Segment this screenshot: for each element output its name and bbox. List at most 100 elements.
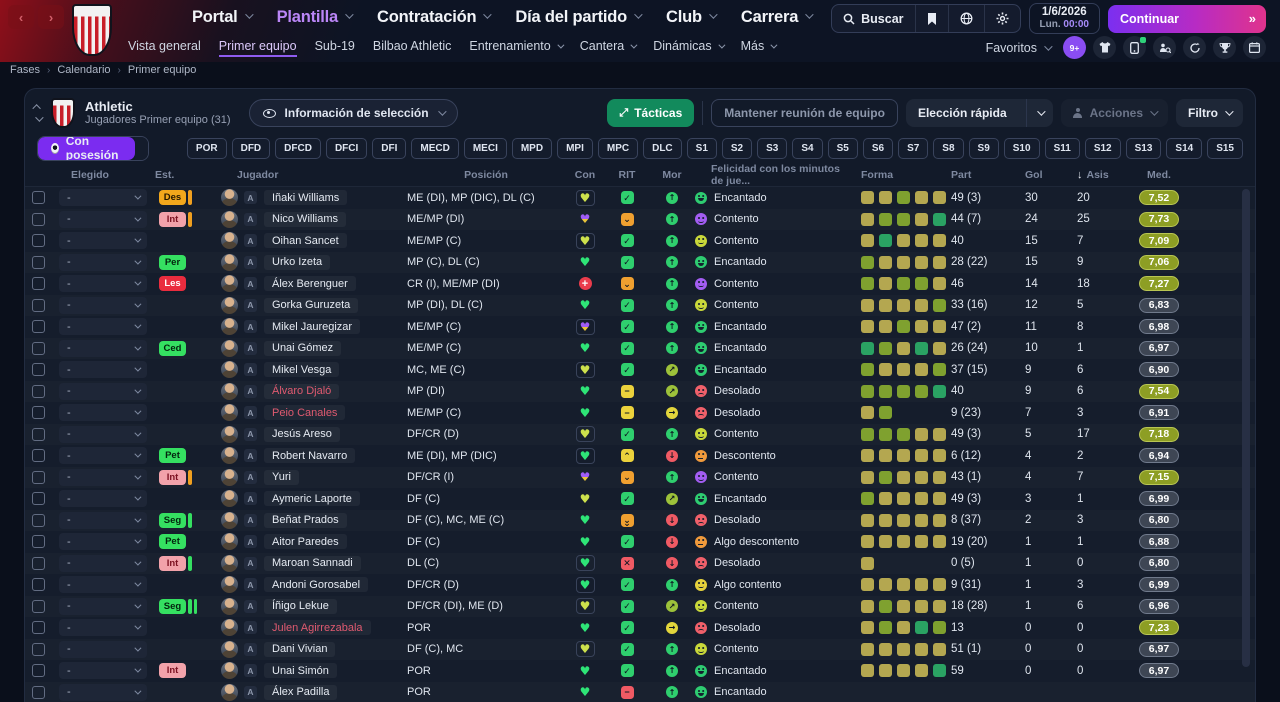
device-icon[interactable] (1123, 36, 1146, 59)
world-button[interactable] (949, 5, 985, 32)
menu-plantilla[interactable]: Plantilla (277, 8, 354, 27)
position-filter-meci[interactable]: MECI (463, 137, 507, 159)
position-filter-mecd[interactable]: MECD (411, 137, 459, 159)
column-header-jugador[interactable]: Jugador (211, 169, 407, 181)
menu-portal[interactable]: Portal (192, 8, 254, 27)
row-checkbox[interactable] (32, 535, 45, 549)
row-checkbox[interactable] (32, 492, 45, 506)
player-name[interactable]: Álex Berenguer (264, 276, 356, 292)
player-face-icon[interactable]: A (244, 234, 257, 248)
elegido-dropdown[interactable]: - (59, 447, 147, 465)
back-button[interactable]: ‹ (8, 5, 34, 29)
subnav-vista-general[interactable]: Vista general (128, 39, 201, 57)
position-filter-s10[interactable]: S10 (1003, 137, 1040, 159)
table-row[interactable]: - Des A Iñaki Williams ME (DI), MP (DIC)… (25, 187, 1255, 209)
row-checkbox[interactable] (32, 599, 45, 613)
elegido-dropdown[interactable]: - (59, 232, 147, 250)
elegido-dropdown[interactable]: - (59, 296, 147, 314)
player-name[interactable]: Mikel Vesga (264, 362, 340, 378)
player-face-icon[interactable]: A (244, 621, 257, 635)
column-header-mor[interactable]: Mor (649, 169, 695, 181)
position-filter-s7[interactable]: S7 (898, 137, 929, 159)
player-name[interactable]: Unai Gómez (264, 340, 342, 356)
player-name[interactable]: Dani Vivian (264, 641, 336, 657)
elegido-dropdown[interactable]: - (59, 533, 147, 551)
row-checkbox[interactable] (32, 212, 45, 226)
column-header-rit[interactable]: RIT (605, 169, 649, 181)
elegido-dropdown[interactable]: - (59, 361, 147, 379)
forward-button[interactable]: › (38, 5, 64, 29)
player-face-icon[interactable]: A (244, 470, 257, 484)
table-row[interactable]: - Pet A Aitor Paredes DF (C) ♥ ✓ ↓ Algo … (25, 531, 1255, 553)
table-row[interactable]: - Pet A Robert Navarro ME (DI), MP (DIC)… (25, 445, 1255, 467)
quick-pick-button[interactable]: Elección rápida (905, 99, 1053, 127)
menu-club[interactable]: Club (666, 8, 718, 27)
player-name[interactable]: Mikel Jauregizar (264, 319, 361, 335)
player-name[interactable]: Íñigo Lekue (264, 598, 337, 614)
position-filter-por[interactable]: POR (186, 137, 227, 159)
position-filter-s3[interactable]: S3 (757, 137, 788, 159)
elegido-dropdown[interactable]: - (59, 253, 147, 271)
menu-carrera[interactable]: Carrera (741, 8, 814, 27)
elegido-dropdown[interactable]: - (59, 490, 147, 508)
shirt-icon[interactable] (1093, 36, 1116, 59)
player-name[interactable]: Nico Williams (264, 211, 346, 227)
continue-button[interactable]: Continuar » (1108, 4, 1266, 33)
subnav-dinamicas[interactable]: Dinámicas (653, 39, 726, 57)
position-filter-mpi[interactable]: MPI (557, 137, 593, 159)
player-name[interactable]: Álvaro Djaló (264, 383, 340, 399)
table-row[interactable]: - A Mikel Jauregizar ME/MP (C) ♥ ✓ ↑ Enc… (25, 316, 1255, 338)
player-name[interactable]: Maroan Sannadi (264, 555, 361, 571)
player-name[interactable]: Aitor Paredes (264, 534, 347, 550)
player-name[interactable]: Unai Simón (264, 663, 337, 679)
position-filter-dlc[interactable]: DLC (643, 137, 682, 159)
position-filter-dfcd[interactable]: DFCD (275, 137, 321, 159)
player-face-icon[interactable]: A (244, 492, 257, 506)
table-row[interactable]: - Int A Yuri DF/CR (I) ♥ ⌄ ↑ Contento 43… (25, 466, 1255, 488)
position-filter-mpc[interactable]: MPC (597, 137, 639, 159)
filter-button[interactable]: Filtro (1176, 99, 1243, 127)
elegido-dropdown[interactable]: - (59, 640, 147, 658)
elegido-dropdown[interactable]: - (59, 210, 147, 228)
table-row[interactable]: - Seg A Beñat Prados DF (C), MC, ME (C) … (25, 509, 1255, 531)
player-name[interactable]: Julen Agirrezabala (264, 620, 371, 636)
row-checkbox[interactable] (32, 513, 45, 527)
row-checkbox[interactable] (32, 234, 45, 248)
table-row[interactable]: - A Peio Canales ME/MP (C) ♥ − → Desolad… (25, 402, 1255, 424)
elegido-dropdown[interactable]: - (59, 425, 147, 443)
table-row[interactable]: - A Mikel Vesga MC, ME (C) ♥ ✓ ↗ Encanta… (25, 359, 1255, 381)
player-name[interactable]: Jesús Areso (264, 426, 340, 442)
position-filter-s5[interactable]: S5 (827, 137, 858, 159)
elegido-dropdown[interactable]: - (59, 683, 147, 701)
table-row[interactable]: - Int A Maroan Sannadi DL (C) ♥ ✕ ↓ Deso… (25, 552, 1255, 574)
row-checkbox[interactable] (32, 578, 45, 592)
row-checkbox[interactable] (32, 449, 45, 463)
player-name[interactable]: Peio Canales (264, 405, 346, 421)
inbox-chat-icon[interactable]: 9+ (1063, 36, 1086, 59)
position-filter-mpd[interactable]: MPD (511, 137, 553, 159)
row-checkbox[interactable] (32, 191, 45, 205)
table-row[interactable]: - Int A Nico Williams ME/MP (DI) ♥ ⌄ ↑ C… (25, 208, 1255, 230)
player-face-icon[interactable]: A (244, 212, 257, 226)
player-name[interactable]: Robert Navarro (264, 448, 356, 464)
table-row[interactable]: - A Andoni Gorosabel DF/CR (D) ♥ ✓ ↑ Alg… (25, 574, 1255, 596)
player-face-icon[interactable]: A (244, 513, 257, 527)
table-row[interactable]: - Ced A Unai Gómez ME/MP (C) ♥ ✓ ↑ Encan… (25, 337, 1255, 359)
player-face-icon[interactable]: A (244, 277, 257, 291)
subnav-primer-equipo[interactable]: Primer equipo (218, 39, 297, 57)
position-filter-s13[interactable]: S13 (1125, 137, 1162, 159)
quick-pick-dropdown[interactable] (1025, 99, 1053, 127)
player-face-icon[interactable]: A (244, 664, 257, 678)
player-name[interactable]: Aymeric Laporte (264, 491, 360, 507)
position-filter-dfi[interactable]: DFI (372, 137, 407, 159)
table-row[interactable]: - A Aymeric Laporte DF (C) ♥ ✓ ↗ Encanta… (25, 488, 1255, 510)
elegido-dropdown[interactable]: - (59, 597, 147, 615)
actions-button[interactable]: Acciones (1060, 99, 1168, 127)
column-header-est[interactable]: Est. (155, 169, 211, 181)
table-row[interactable]: - Per A Urko Izeta MP (C), DL (C) ♥ ✓ ↑ … (25, 251, 1255, 273)
column-header-felicidad-con-los-minutos-de-jue[interactable]: Felicidad con los minutos de jue... (695, 163, 843, 187)
position-filter-s2[interactable]: S2 (721, 137, 753, 159)
elegido-dropdown[interactable]: - (59, 339, 147, 357)
player-name[interactable]: Iñaki Williams (264, 190, 348, 206)
player-face-icon[interactable]: A (244, 642, 257, 656)
